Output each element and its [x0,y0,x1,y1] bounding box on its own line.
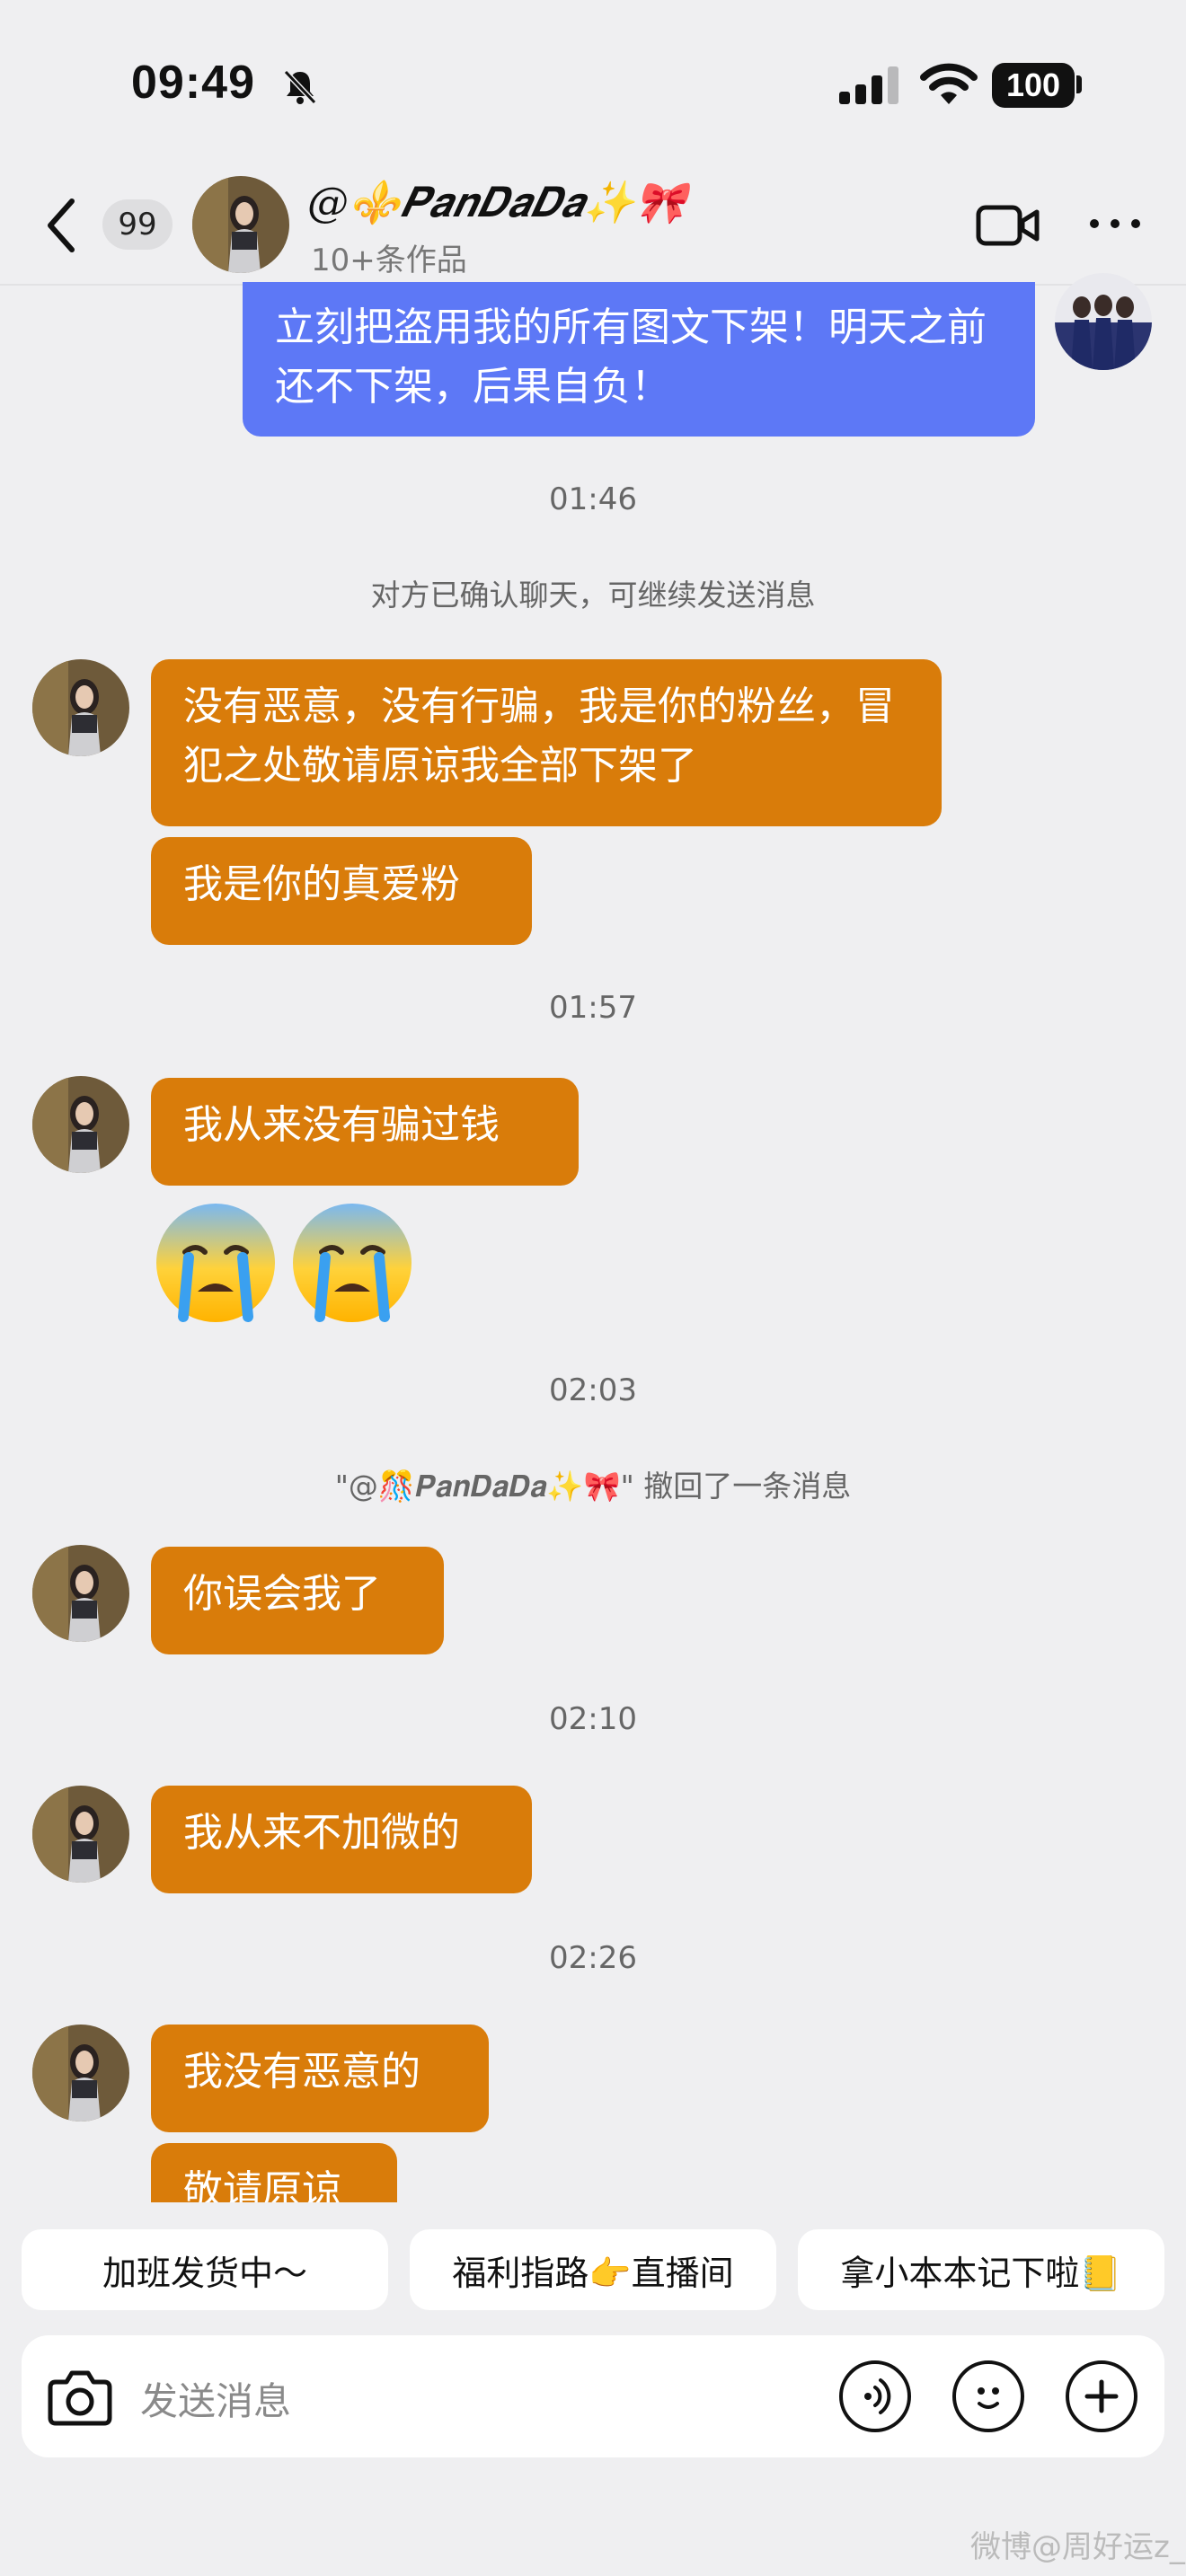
incoming-message[interactable]: 敬请原谅 [151,2143,397,2202]
watermark: 微博@周好运z_ [970,2529,1185,2565]
back-arrow-icon[interactable] [41,196,81,255]
contact-avatar[interactable] [32,1545,129,1642]
quick-reply-chip[interactable]: 加班发货中～ [22,2229,388,2310]
status-time: 09:49 [131,57,255,109]
plus-icon[interactable] [1066,2360,1137,2432]
contact-avatar[interactable] [32,659,129,756]
unread-badge[interactable]: 99 [102,199,173,250]
voice-icon[interactable] [839,2360,911,2432]
timestamp: 02:03 [549,1372,637,1408]
battery-indicator: 100 [992,63,1075,108]
incoming-message[interactable]: 我从来没有骗过钱 [151,1078,579,1186]
timestamp: 01:46 [549,481,637,517]
incoming-message[interactable]: 我从来不加微的 [151,1786,532,1893]
incoming-message[interactable]: 你误会我了 [151,1547,444,1654]
timestamp: 02:10 [549,1701,637,1737]
crying-face-icon[interactable] [289,1200,415,1326]
wifi-icon [920,63,978,104]
incoming-message[interactable]: 没有恶意，没有行骗，我是你的粉丝，冒犯之处敬请原谅我全部下架了 [151,659,942,826]
emoji-icon[interactable] [952,2360,1024,2432]
battery-tip [1076,75,1082,93]
bell-muted-icon [283,69,317,105]
message-input[interactable]: 发送消息 [140,2371,291,2426]
timestamp: 02:26 [549,1940,637,1976]
system-notice: "@🎊𝑷𝒂𝒏𝑫𝒂𝑫𝒂✨🎀" 撤回了一条消息 [334,1469,852,1504]
contact-avatar[interactable] [32,1786,129,1883]
my-avatar[interactable] [1055,273,1152,370]
contact-avatar[interactable] [32,2025,129,2122]
system-notice: 对方已确认聊天，可继续发送消息 [370,578,816,613]
incoming-message[interactable]: 我是你的真爱粉 [151,837,532,945]
timestamp: 01:57 [549,990,637,1026]
outgoing-message[interactable]: 立刻把盗用我的所有图文下架！明天之前还不下架，后果自负！ [243,282,1035,437]
more-icon[interactable] [1087,210,1143,237]
signal-icon [839,66,898,104]
quick-reply-chip[interactable]: 福利指路👉直播间 [410,2229,776,2310]
contact-name[interactable]: @⚜️𝑷𝒂𝒏𝑫𝒂𝑫𝒂✨🎀 [307,178,686,228]
camera-icon[interactable] [47,2366,113,2429]
quick-reply-chip[interactable]: 拿小本本记下啦📒 [798,2229,1164,2310]
video-call-icon[interactable] [976,203,1040,248]
contact-subtitle[interactable]: 10+条作品 [311,235,467,279]
contact-avatar[interactable] [32,1076,129,1173]
contact-avatar[interactable] [192,176,289,273]
incoming-message[interactable]: 我没有恶意的 [151,2025,489,2132]
message-clip: 敬请原谅 [151,2143,397,2202]
crying-face-icon[interactable] [153,1200,279,1326]
